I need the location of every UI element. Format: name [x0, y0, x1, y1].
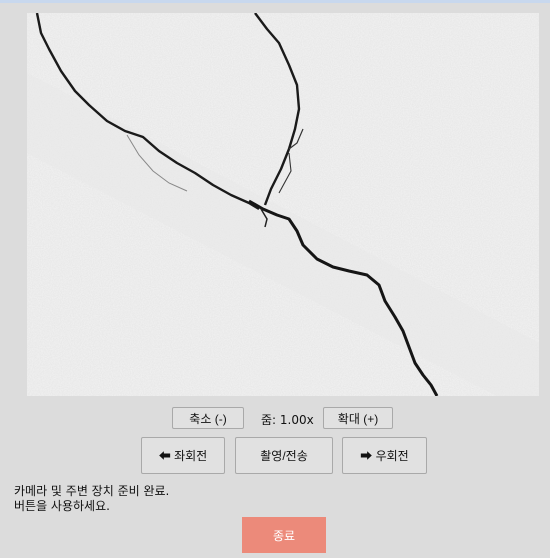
status-line-1: 카메라 및 주변 장치 준비 완료.: [14, 484, 170, 498]
zoom-out-button[interactable]: 축소 (-): [172, 407, 244, 429]
window-top-border: [0, 0, 550, 3]
camera-preview: [27, 13, 539, 396]
zoom-in-button[interactable]: 확대 (+): [323, 407, 393, 429]
capture-send-button[interactable]: 촬영/전송: [235, 437, 333, 474]
zoom-level-label: 줌: 1.00x: [261, 413, 314, 427]
status-message: 카메라 및 주변 장치 준비 완료. 버튼을 사용하세요.: [14, 484, 169, 514]
rotate-right-button[interactable]: ➡ 우회전: [342, 437, 427, 474]
status-line-2: 버튼을 사용하세요.: [14, 499, 110, 513]
exit-button[interactable]: 종료: [242, 517, 326, 553]
rotate-left-button[interactable]: ⬅ 좌회전: [141, 437, 225, 474]
